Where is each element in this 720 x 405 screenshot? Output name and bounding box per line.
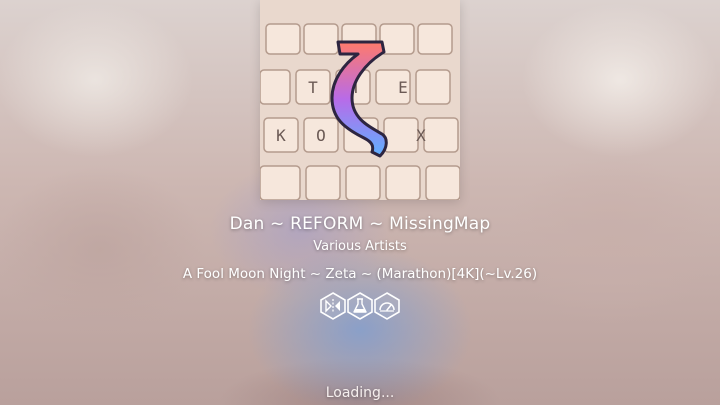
key-letter-x: X — [416, 126, 426, 145]
key-letter-k: K — [276, 126, 286, 145]
speedometer-icon[interactable] — [374, 292, 400, 320]
key-letter-e: E — [398, 78, 408, 97]
song-artist: Various Artists — [313, 239, 407, 254]
mirror-icon[interactable] — [320, 292, 346, 320]
difficulty-name: A Fool Moon Night ~ Zeta ~ (Marathon)[4K… — [182, 266, 538, 282]
key-letter-t: T — [308, 78, 318, 97]
mod-icons — [320, 292, 400, 320]
album-cover: T H E K O X — [260, 0, 460, 200]
loading-status: Loading... — [325, 385, 395, 401]
song-title: Dan ~ REFORM ~ MissingMap — [229, 214, 491, 234]
key-letter-o: O — [316, 126, 326, 145]
flask-icon[interactable] — [347, 292, 373, 320]
